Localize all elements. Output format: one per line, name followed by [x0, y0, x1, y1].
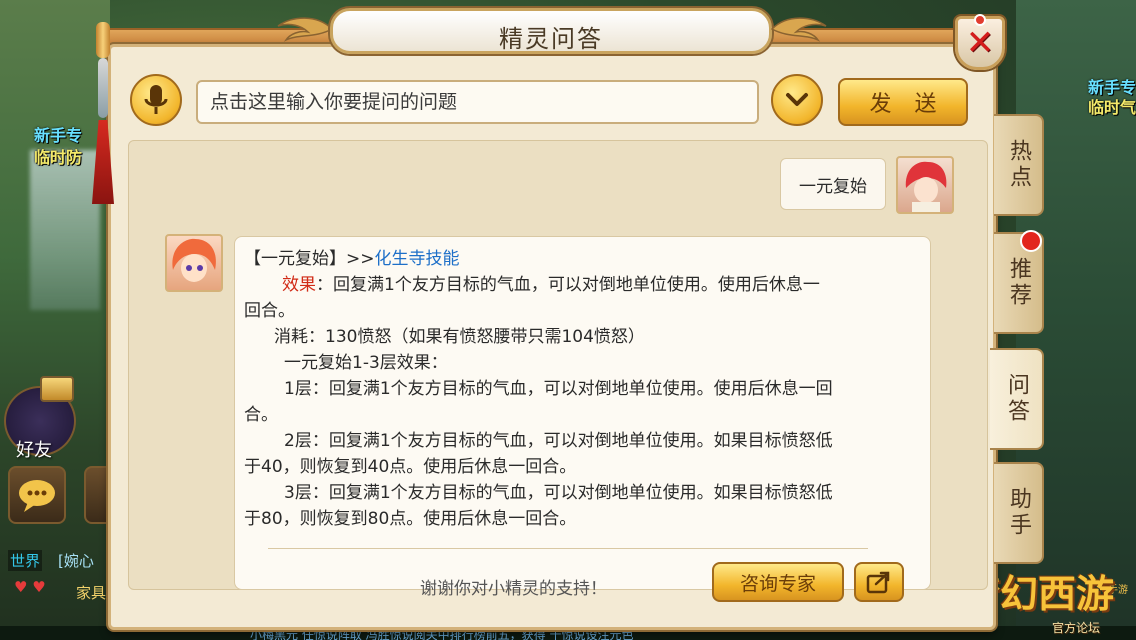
- effect-label: 效果: [282, 275, 316, 295]
- level1-text: 1层：回复满1个友方目标的气血，可以对倒地单位使用。使用后休息一回: [284, 379, 833, 399]
- tab-recommend-label: 推荐: [1006, 257, 1031, 309]
- consult-expert-button[interactable]: 咨询专家: [712, 562, 844, 602]
- share-button[interactable]: [854, 562, 904, 602]
- send-button[interactable]: 发 送: [838, 78, 968, 126]
- user-avatar: [896, 156, 954, 214]
- game-background-left: [0, 0, 110, 640]
- tab-hot[interactable]: 热点: [994, 114, 1044, 216]
- share-icon: [866, 571, 890, 594]
- answer-prefix: 【一元复始】>>: [244, 249, 375, 269]
- hud-temp-defense-label: 临时防: [34, 148, 83, 167]
- tab-qa-label: 问答: [1004, 373, 1029, 425]
- title-ornament-right: [770, 17, 827, 42]
- thanks-text: 谢谢你对小精灵的支持！: [420, 579, 607, 599]
- level3-text: 3层：回复满1个友方目标的气血，可以对倒地单位使用。如果目标愤怒低: [284, 483, 833, 503]
- recommend-notification-dot: [1020, 230, 1042, 252]
- friend-label: 好友: [16, 440, 52, 461]
- level2-text-cont: 于40，则恢复到40点。使用后休息一回合。: [244, 457, 577, 477]
- effect-text: ：回复满1个友方目标的气血，可以对倒地单位使用。使用后休息一: [316, 275, 820, 295]
- chevron-down-icon: [786, 93, 808, 106]
- close-icon: ✕: [965, 23, 995, 63]
- tab-assistant[interactable]: 助手: [994, 462, 1044, 564]
- chat-family: 家具: [76, 584, 107, 602]
- level2-text: 2层：回复满1个友方目标的气血，可以对倒地单位使用。如果目标愤怒低: [284, 431, 833, 451]
- level3-text-cont: 于80，则恢复到80点。使用后休息一回合。: [244, 509, 577, 529]
- tab-qa[interactable]: 问答: [990, 348, 1044, 450]
- cost-text: 消耗：130愤怒（如果有愤怒腰带只需104愤怒）: [274, 327, 645, 347]
- question-input[interactable]: [196, 80, 759, 124]
- tab-hot-label: 热点: [1006, 139, 1031, 191]
- chat-name[interactable]: [婉心: [58, 550, 94, 571]
- spirit-avatar: [165, 234, 223, 292]
- effect-text-cont: 回合。: [244, 301, 295, 321]
- levels-title: 一元复始1-3层效果：: [284, 353, 448, 373]
- title-plate: 精灵问答: [330, 8, 772, 54]
- user-message-bubble: 一元复始: [780, 158, 886, 210]
- chat-button[interactable]: [8, 466, 66, 524]
- skill-link[interactable]: 化生寺技能: [375, 249, 460, 269]
- chat-channel-world[interactable]: 世界: [8, 550, 43, 571]
- logo-subtitle: 官方论坛: [1051, 621, 1100, 635]
- waterfall-scenery: [30, 150, 100, 310]
- scroll-rod: [96, 22, 110, 58]
- tab-assistant-label: 助手: [1006, 487, 1031, 539]
- notification-dot: [974, 14, 986, 26]
- history-dropdown-button[interactable]: [771, 74, 823, 126]
- voice-input-button[interactable]: [130, 74, 182, 126]
- answer-text: 【一元复始】>>化生寺技能 效果：回复满1个友方目标的气血，可以对倒地单位使用。…: [244, 246, 924, 532]
- hud-newbie-label: 新手专: [34, 126, 83, 145]
- hud-temp-label-right: 临时气: [1088, 98, 1136, 117]
- chat-bubble-icon: [19, 480, 55, 512]
- answer-divider: [268, 548, 868, 549]
- page-title: 精灵问答: [499, 25, 603, 53]
- heart-icon: ♥ ♥: [14, 578, 46, 596]
- microphone-icon: [144, 85, 168, 114]
- mail-icon[interactable]: [40, 376, 74, 402]
- jade-pendant: [98, 58, 108, 118]
- level1-text-cont: 合。: [244, 405, 278, 425]
- title-ornament-left: [277, 17, 334, 42]
